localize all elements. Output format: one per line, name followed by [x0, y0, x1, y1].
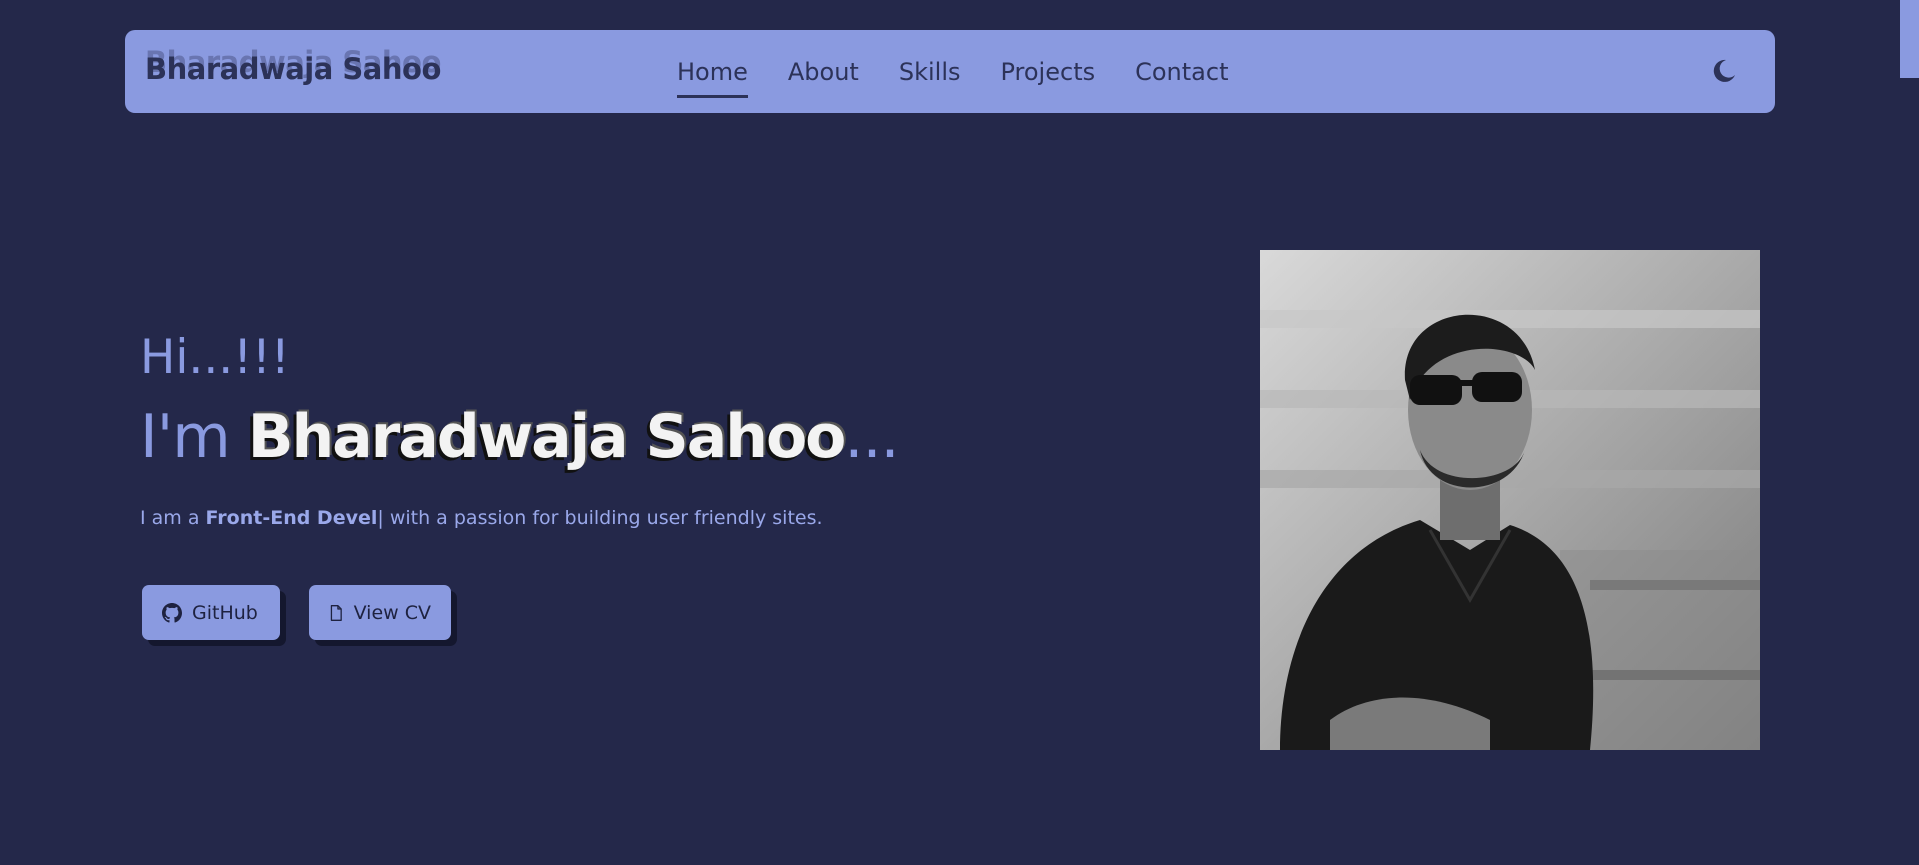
tagline-role: Front-End Devel — [205, 507, 378, 529]
tagline-prefix: I am a — [140, 507, 206, 529]
brand-logo[interactable]: Bharadwaja Sahoo — [145, 52, 441, 86]
view-cv-button[interactable]: View CV — [309, 585, 451, 640]
nav-link-contact[interactable]: Contact — [1135, 58, 1228, 86]
nav-link-about[interactable]: About — [788, 58, 859, 86]
tagline-suffix: with a passion for building user friendl… — [383, 507, 823, 529]
nav-links: Home About Skills Projects Contact — [677, 30, 1228, 113]
document-icon — [330, 604, 342, 621]
navbar: Bharadwaja Sahoo Home About Skills Proje… — [125, 30, 1775, 113]
moon-icon — [1713, 59, 1735, 82]
hero-headline: I'm Bharadwaja Sahoo... — [140, 402, 900, 472]
scrollbar-thumb[interactable] — [1900, 0, 1919, 78]
hero-name: Bharadwaja Sahoo — [247, 402, 847, 472]
nav-link-projects[interactable]: Projects — [1000, 58, 1095, 86]
github-button[interactable]: GitHub — [142, 585, 280, 640]
nav-link-home[interactable]: Home — [677, 58, 748, 98]
nav-link-skills[interactable]: Skills — [899, 58, 961, 86]
view-cv-button-label: View CV — [353, 601, 431, 624]
profile-photo — [1260, 250, 1760, 750]
hero-suffix: ... — [844, 402, 899, 472]
hero-greeting: Hi...!!! — [140, 330, 290, 385]
hero-tagline: I am a Front-End Devel| with a passion f… — [140, 507, 823, 529]
github-button-label: GitHub — [192, 601, 258, 624]
profile-photo-image — [1260, 250, 1760, 750]
theme-toggle-button[interactable] — [1709, 56, 1739, 86]
hero-prefix: I'm — [140, 402, 248, 472]
github-icon — [162, 602, 182, 623]
